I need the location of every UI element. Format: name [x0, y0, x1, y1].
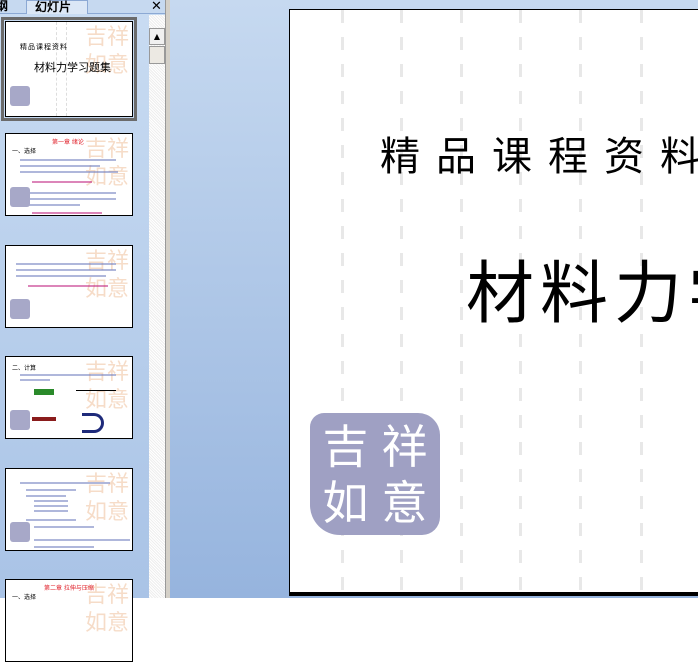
- scroll-thumb[interactable]: [149, 46, 165, 64]
- slide-editor: 精品课程资料 材料力学习题集 吉 祥 如 意: [170, 0, 698, 598]
- slide-thumbnail-3[interactable]: 吉祥 如意: [5, 245, 133, 328]
- seal-icon: 吉 祥 如 意: [310, 413, 440, 535]
- thumb-subtitle: 精品课程资料: [20, 43, 68, 51]
- slides-panel: 纲 幻灯片 ✕ 吉祥 如意 精品课程资料 材料力学习题集 吉祥 如意 第一章 绪论 …: [0, 0, 166, 662]
- seal-icon: [10, 187, 30, 207]
- thumb-title: 材料力学习题集: [34, 61, 111, 74]
- watermark-seal-icon: 吉祥 如意: [84, 249, 129, 302]
- slide-thumbnail-4[interactable]: 吉祥 如意 二、计算: [5, 356, 133, 439]
- seal-char: 吉: [322, 420, 369, 474]
- current-slide[interactable]: 精品课程资料 材料力学习题集 吉 祥 如 意: [289, 9, 698, 593]
- thumb-heading: 一、选择: [12, 148, 37, 155]
- thumbnail-scrollbar[interactable]: ▲: [149, 15, 165, 598]
- thumb-title: 第一章 绪论: [52, 139, 84, 146]
- thumb-heading: 一、选择: [12, 594, 37, 601]
- slide-thumbnail-6[interactable]: 吉祥 如意 第二章 拉伸与压缩 一、选择: [5, 579, 133, 662]
- seal-char: 祥: [381, 420, 428, 474]
- thumb-title: 第二章 拉伸与压缩: [44, 585, 94, 592]
- tab-slides[interactable]: 幻灯片: [26, 0, 88, 14]
- panel-tabs: 纲 幻灯片 ✕: [0, 0, 166, 14]
- slide-title[interactable]: 材料力学习题集: [466, 238, 698, 337]
- seal-icon: [10, 522, 30, 542]
- slide-thumbnail-1[interactable]: 吉祥 如意 精品课程资料 材料力学习题集: [1, 17, 137, 121]
- watermark-seal-icon: 吉祥 如意: [84, 25, 129, 78]
- close-panel-icon[interactable]: ✕: [151, 0, 162, 14]
- seal-icon: [10, 410, 30, 430]
- watermark-seal-icon: 吉祥 如意: [84, 360, 129, 413]
- tab-outline[interactable]: 纲: [0, 0, 18, 14]
- watermark-seal-icon: 吉祥 如意: [84, 472, 129, 525]
- scroll-up-button[interactable]: ▲: [149, 28, 165, 45]
- slide-subtitle[interactable]: 精品课程资料: [380, 124, 698, 182]
- seal-char: 意: [381, 476, 428, 530]
- seal-icon: [10, 86, 30, 106]
- slide-thumbnail-2[interactable]: 吉祥 如意 第一章 绪论 一、选择: [5, 133, 133, 216]
- seal-icon: [10, 299, 30, 319]
- seal-char: 如: [322, 476, 369, 530]
- thumb-heading: 二、计算: [12, 365, 37, 372]
- slide-thumbnail-5[interactable]: 吉祥 如意: [5, 468, 133, 551]
